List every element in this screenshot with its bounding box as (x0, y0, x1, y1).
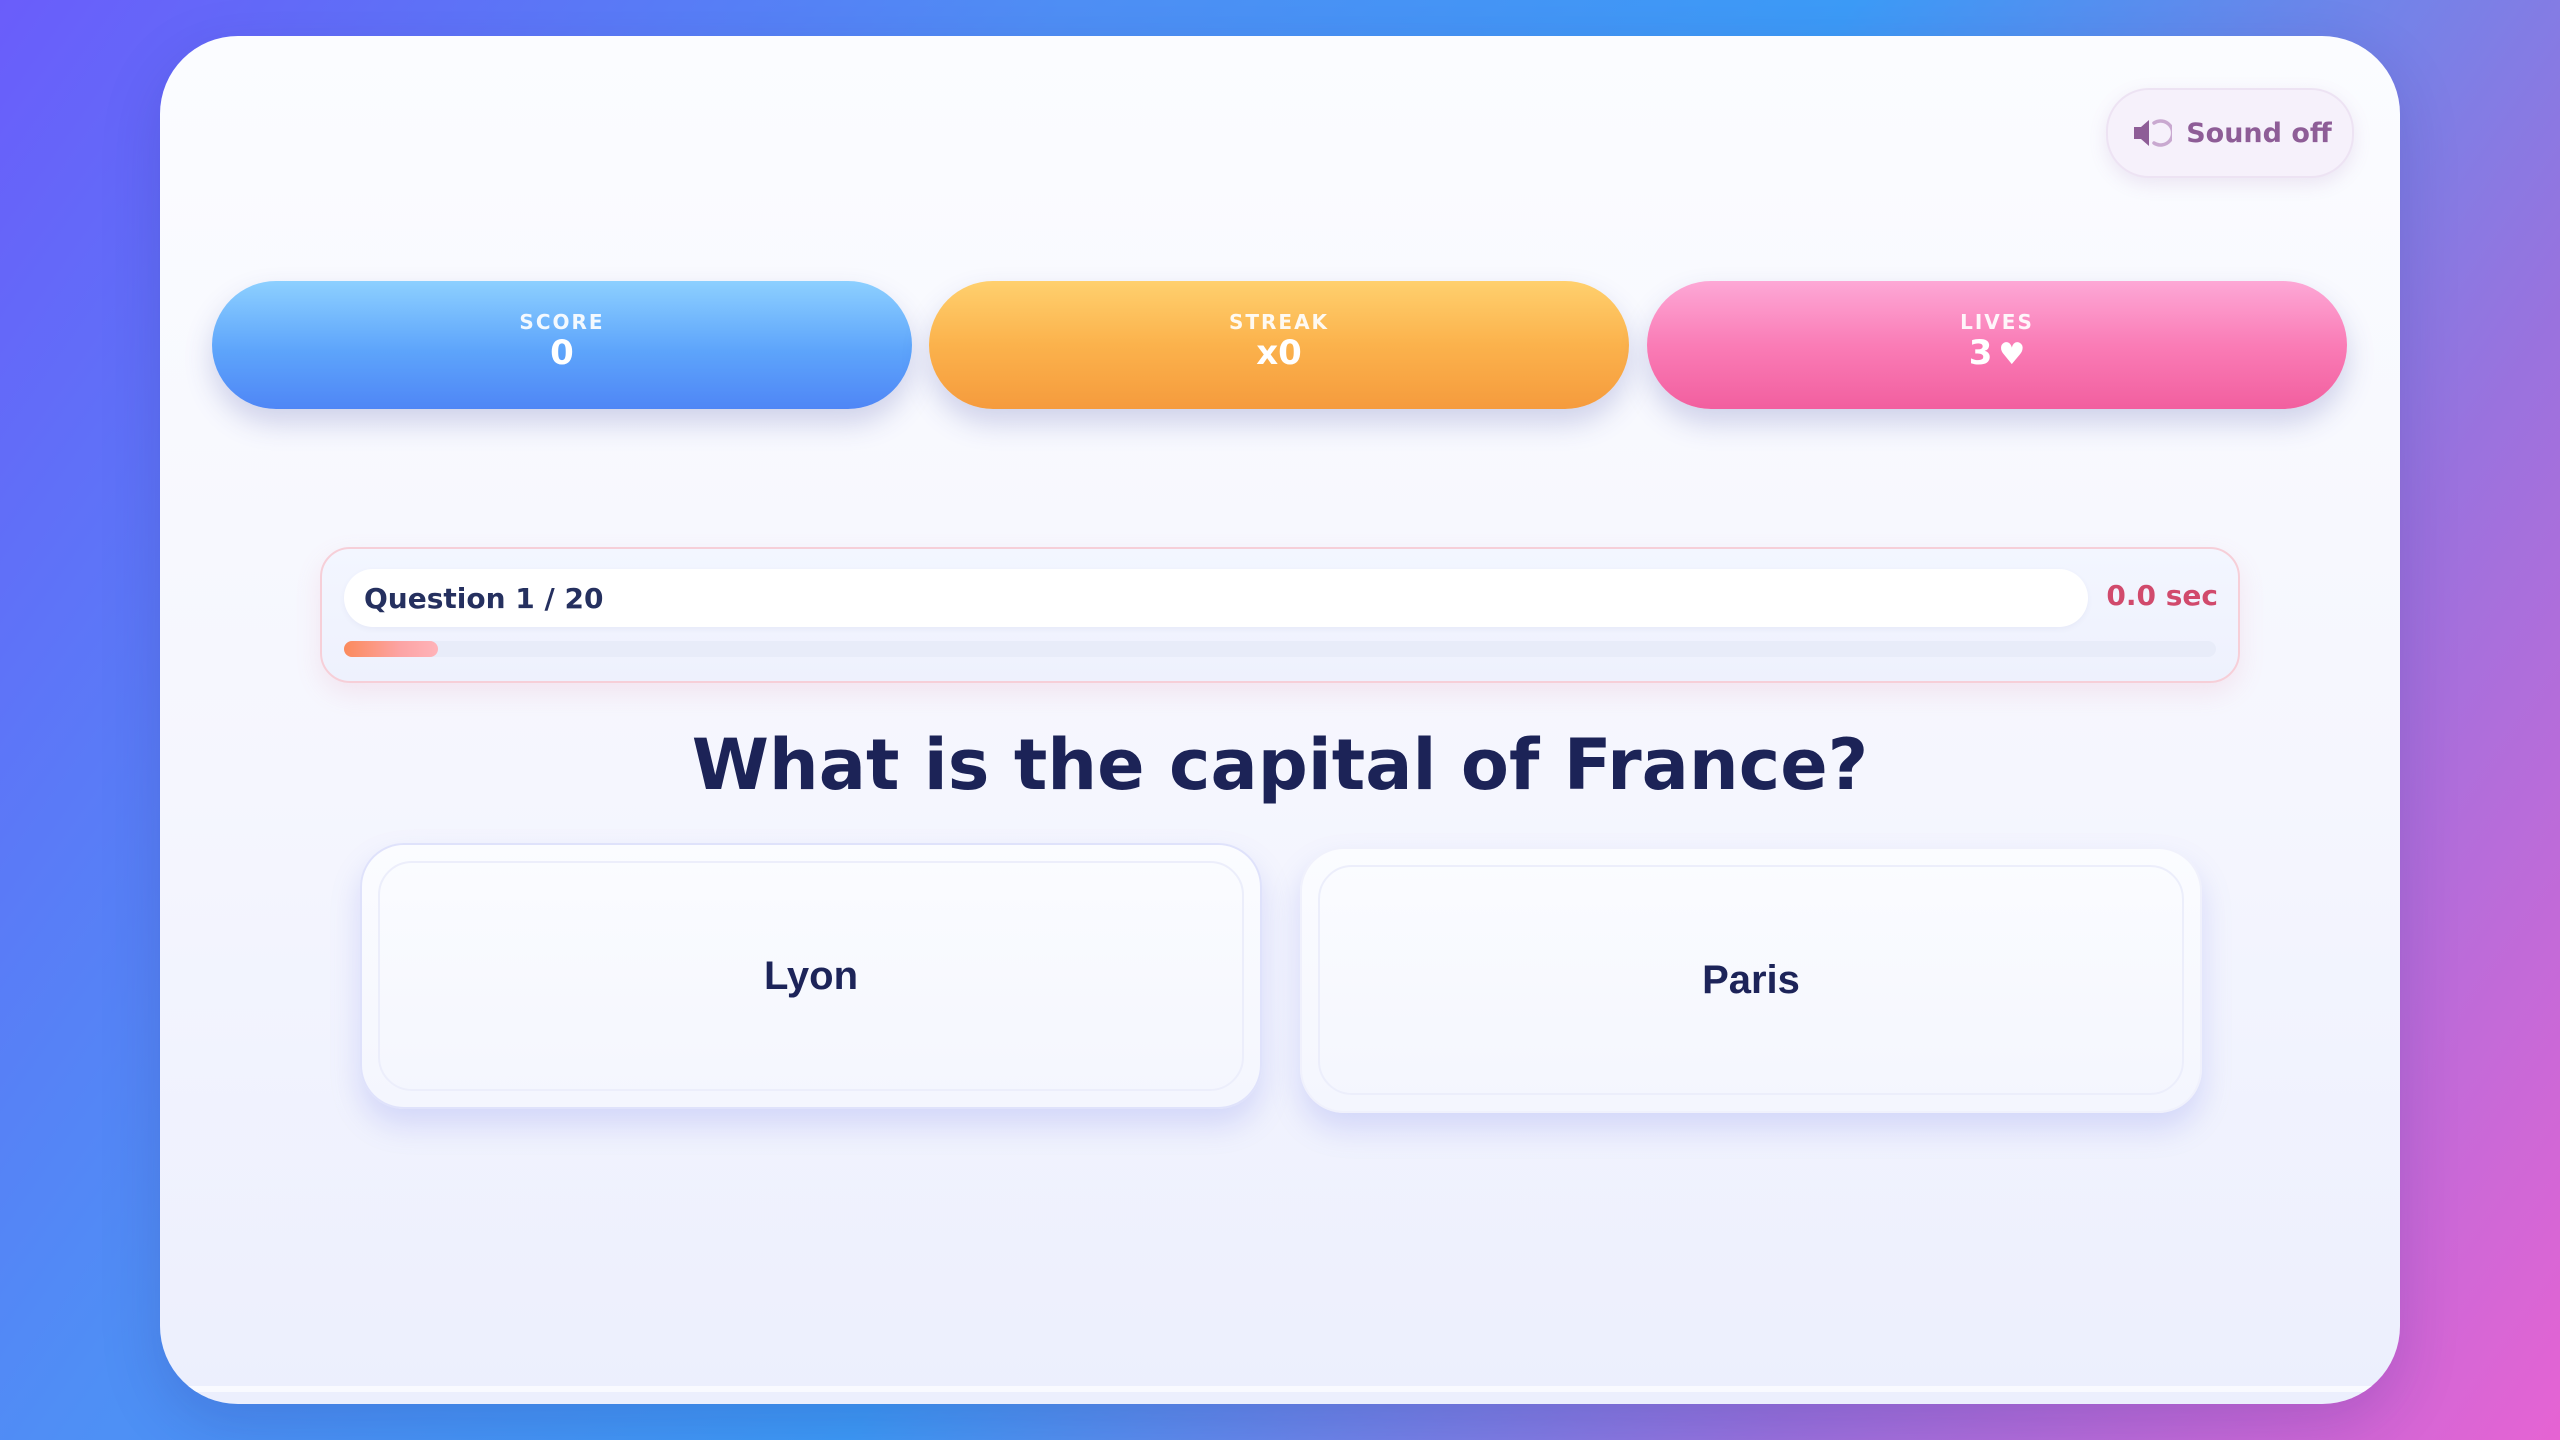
sound-toggle-button[interactable]: Sound off (2106, 88, 2354, 178)
answer-label: Paris (1318, 865, 2184, 1095)
score-pill: SCORE 0 (212, 281, 912, 409)
heart-icon: ♥ (1998, 337, 2026, 372)
progress-panel: Question 1 / 20 0.0 sec (320, 547, 2240, 683)
progress-track (344, 641, 2216, 657)
answer-button-lyon[interactable]: Lyon (360, 843, 1262, 1109)
score-label: SCORE (519, 310, 605, 334)
streak-value: x0 (1256, 333, 1302, 373)
game-card: Sound off SCORE 0 STREAK x0 LIVES 3 ♥ Que… (160, 36, 2400, 1404)
speaker-muted-icon (2128, 111, 2175, 155)
progress-fill (344, 641, 438, 657)
streak-pill: STREAK x0 (929, 281, 1629, 409)
sound-toggle-label: Sound off (2186, 117, 2332, 149)
lives-pill: LIVES 3 ♥ (1647, 281, 2347, 409)
question-text: What is the capital of France? (691, 724, 1869, 806)
answer-label: Lyon (378, 861, 1244, 1091)
question-counter: Question 1 / 20 (344, 569, 2088, 627)
lives-label: LIVES (1960, 310, 2034, 334)
score-value: 0 (550, 333, 574, 373)
answer-button-paris[interactable]: Paris (1300, 847, 2202, 1113)
streak-label: STREAK (1228, 310, 1330, 334)
lives-value: 3 (1968, 333, 1993, 373)
lives-value-wrap: 3 ♥ (1647, 333, 2347, 373)
timer-readout: 0.0 sec (2106, 579, 2218, 612)
